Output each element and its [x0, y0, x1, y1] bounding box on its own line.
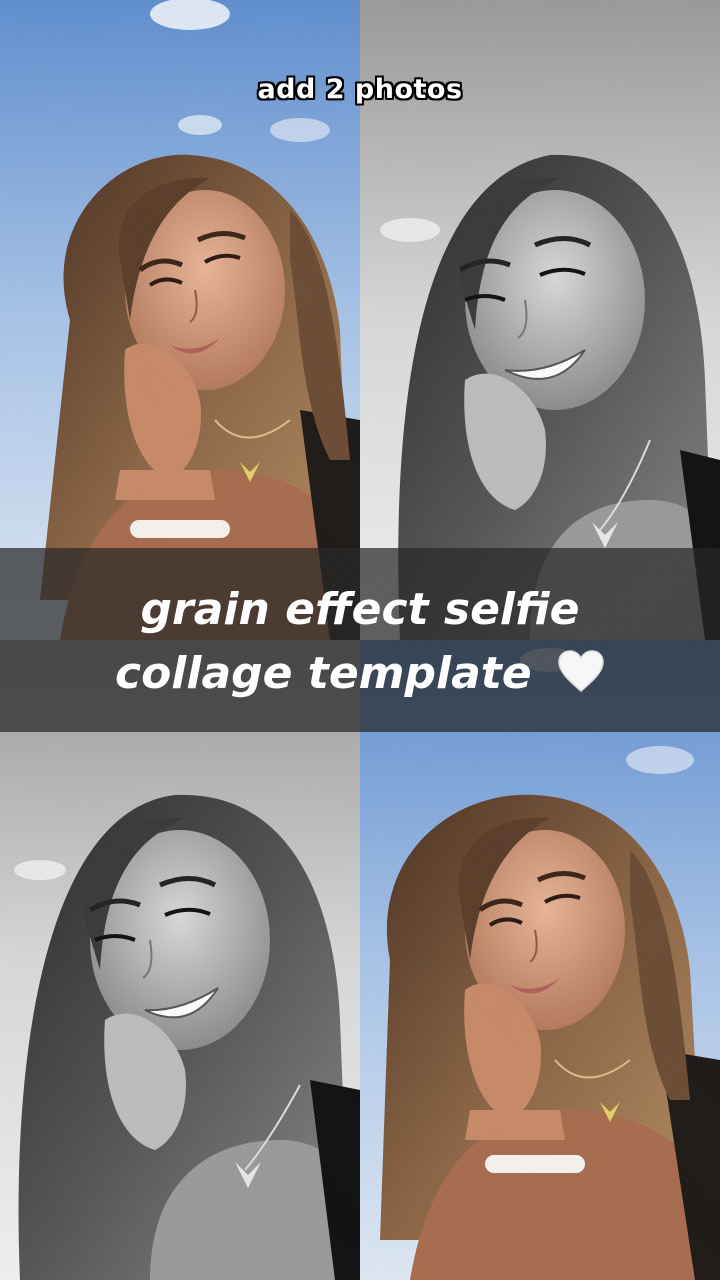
selfie-bw-image — [0, 640, 360, 1280]
white-heart-icon — [558, 650, 604, 692]
headline-text-1: grain effect selfie — [140, 584, 580, 635]
photo-bottom-left[interactable] — [0, 640, 360, 1280]
headline-line-2: collage template — [0, 650, 720, 696]
photo-bottom-right[interactable] — [360, 640, 720, 1280]
collage-canvas: add 2 photos grain effect selfie collage… — [0, 0, 720, 1280]
selfie-color-image — [360, 640, 720, 1280]
add-photos-label: add 2 photos — [257, 74, 463, 105]
headline-line-1: grain effect selfie — [0, 588, 720, 632]
headline-text-2: collage template — [114, 648, 532, 699]
